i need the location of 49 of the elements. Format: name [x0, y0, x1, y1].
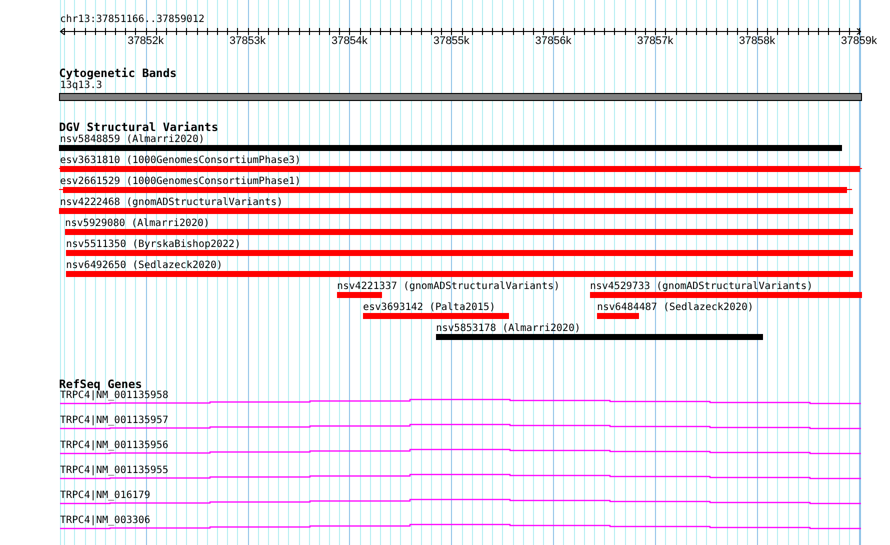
gene-label: TRPC4|NM_001135956 — [60, 441, 168, 451]
variant-bar[interactable] — [59, 166, 862, 172]
variant-bar[interactable] — [65, 229, 853, 235]
gene-line[interactable] — [60, 498, 861, 504]
gene-label: TRPC4|NM_003306 — [60, 516, 150, 526]
tick-label: 37856k — [535, 36, 572, 47]
variant-label: nsv6484487 (Sedlazeck2020) — [597, 303, 754, 313]
track-title: Cytogenetic Bands — [59, 68, 177, 80]
gene-label: TRPC4|NM_001135958 — [60, 391, 168, 401]
variant-bar[interactable] — [66, 250, 853, 256]
variant-label: esv2661529 (1000GenomesConsortiumPhase1) — [60, 177, 301, 187]
variant-label: esv3693142 (Palta2015) — [363, 303, 496, 313]
variant-label: nsv4221337 (gnomADStructuralVariants) — [337, 282, 560, 292]
variant-bar[interactable] — [363, 313, 509, 319]
variant-bar[interactable] — [590, 292, 862, 298]
variant-bar[interactable] — [66, 271, 853, 277]
variant-bar[interactable] — [436, 334, 763, 340]
gene-line[interactable] — [60, 474, 861, 480]
gene-line[interactable] — [60, 398, 861, 404]
gene-line[interactable] — [60, 424, 861, 430]
tick-label: 37858k — [739, 36, 776, 47]
region-label: chr13:37851166..37859012 — [60, 15, 204, 25]
tick-label: 37857k — [637, 36, 674, 47]
tick-label: 37853k — [230, 36, 266, 47]
gene-label: TRPC4|NM_016179 — [60, 491, 150, 501]
tick-label: 37852k — [128, 36, 164, 47]
variant-label: nsv6492650 (Sedlazeck2020) — [66, 261, 223, 271]
variant-bar[interactable] — [59, 145, 842, 151]
tick-label: 37859k — [840, 36, 878, 47]
variant-label: nsv4529733 (gnomADStructuralVariants) — [590, 282, 813, 292]
track-title: DGV Structural Variants — [59, 122, 218, 134]
gene-label: TRPC4|NM_001135955 — [60, 466, 168, 476]
variant-label: esv3631810 (1000GenomesConsortiumPhase3) — [60, 156, 301, 166]
variant-label: nsv5853178 (Almarri2020) — [436, 324, 580, 334]
variant-label: nsv5511350 (ByrskaBishop2022) — [66, 240, 241, 250]
track-title: RefSeq Genes — [59, 379, 142, 390]
tick-label: 37855k — [433, 36, 470, 47]
gene-label: TRPC4|NM_001135957 — [60, 416, 168, 426]
gene-line[interactable] — [60, 524, 861, 530]
gene-line[interactable] — [60, 448, 861, 454]
variant-bar[interactable] — [59, 208, 853, 214]
band-label: 13q13.3 — [60, 81, 102, 91]
variant-bar[interactable] — [59, 187, 852, 193]
variant-label: nsv4222468 (gnomADStructuralVariants) — [60, 198, 283, 208]
variant-label: nsv5848859 (Almarri2020) — [60, 135, 204, 145]
variant-bar[interactable] — [337, 292, 382, 298]
variant-bar[interactable] — [597, 313, 639, 319]
tick-label: 37854k — [331, 36, 368, 47]
variant-label: nsv5929080 (Almarri2020) — [65, 219, 210, 229]
